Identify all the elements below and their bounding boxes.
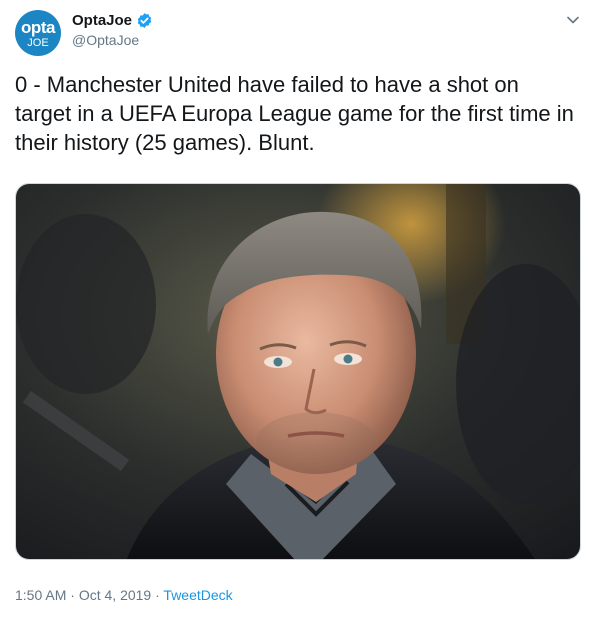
verified-badge-icon (137, 13, 152, 28)
author-name-row: OptaJoe (72, 12, 153, 29)
tweet-date[interactable]: Oct 4, 2019 (79, 587, 151, 603)
photo-illustration (16, 184, 580, 559)
avatar-logo-text: opta (21, 18, 55, 37)
tweet-meta: 1:50 AM · Oct 4, 2019 · TweetDeck (15, 587, 233, 603)
meta-separator: · (151, 587, 164, 603)
meta-separator: · (66, 587, 79, 603)
display-name[interactable]: OptaJoe (72, 12, 132, 29)
tweet-photo[interactable] (15, 183, 581, 560)
tweet-card: opta JOE OptaJoe @OptaJoe 0 - Manchester… (0, 0, 595, 620)
handle[interactable]: @OptaJoe (72, 32, 139, 48)
avatar[interactable]: opta JOE (15, 10, 61, 56)
source-link[interactable]: TweetDeck (163, 587, 232, 603)
tweet-time[interactable]: 1:50 AM (15, 587, 66, 603)
avatar-logo-subtext: JOE (27, 37, 49, 49)
chevron-down-icon[interactable] (565, 12, 581, 28)
tweet-text: 0 - Manchester United have failed to hav… (15, 72, 574, 155)
